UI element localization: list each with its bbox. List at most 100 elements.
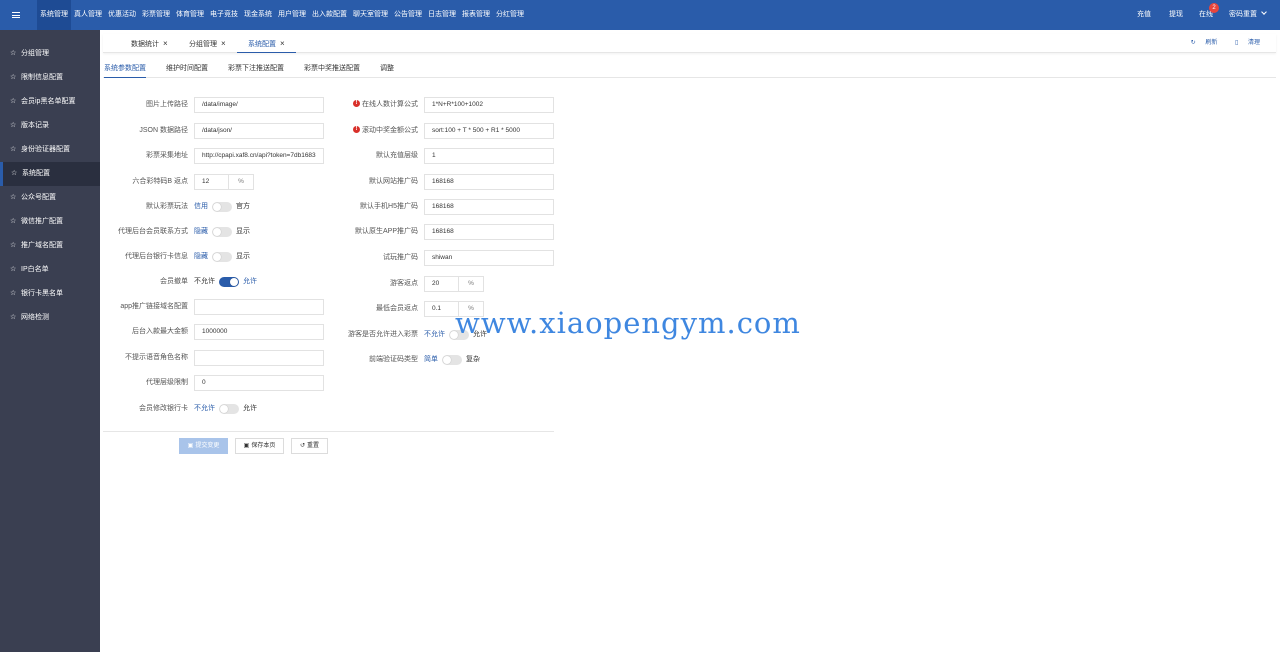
sidebar-item-ip-whitelist[interactable]: ☆ IP白名单 [0,258,100,282]
star-icon: ☆ [10,314,17,321]
subtab-system-params[interactable]: 系统参数配置 [104,62,146,78]
online-formula-input[interactable]: 1*N+R*100+1002 [424,97,554,113]
max-deposit-input[interactable]: 1000000 [194,324,324,340]
close-icon[interactable]: × [221,39,226,48]
reset-icon: ↺ [299,443,305,449]
online-link[interactable]: 在线 2 [1199,0,1219,30]
close-icon[interactable]: × [280,39,285,48]
topnav-sports[interactable]: 体育管理 [173,0,207,30]
app-domain-input[interactable] [194,299,324,315]
topnav-live[interactable]: 真人管理 [71,0,105,30]
max-deposit-label: 后台入款最大金额 [132,328,188,335]
topnav-system[interactable]: 系统管理 [37,0,71,30]
agent-levels-label: 代理层级限制 [146,379,188,386]
topnav-users[interactable]: 用户管理 [275,0,309,30]
topnav-dividend[interactable]: 分红管理 [493,0,527,30]
h5-code-label: 默认手机H5推广码 [360,203,418,210]
topnav-deposit[interactable]: 出入款配置 [309,0,350,30]
save-page-button[interactable]: ▣ 保存本页 [235,438,284,454]
toggle-switch[interactable] [219,277,239,287]
json-path-label: JSON 数据路径 [139,127,188,134]
sidebar-item-official-account[interactable]: ☆ 公众号配置 [0,186,100,210]
sidebar-item-promo-domain[interactable]: ☆ 推广域名配置 [0,234,100,258]
agent-bank-switch[interactable]: 隐藏 显示 [194,250,250,264]
close-icon[interactable]: × [163,39,168,48]
chevron-down-icon [1261,9,1267,15]
member-bank-switch[interactable]: 不允许 允许 [194,402,257,416]
sidebar-item-bank-blacklist[interactable]: ☆ 银行卡黑名单 [0,282,100,306]
toggle-switch[interactable] [442,355,462,365]
toggle-switch[interactable] [219,404,239,414]
star-icon: ☆ [10,50,17,57]
member-bank-label: 会员修改银行卡 [139,405,188,412]
sidebar-item-ip-blacklist[interactable]: ☆ 会员ip黑名单配置 [0,90,100,114]
guest-rebate-input[interactable]: 20 [424,276,459,292]
watermark-text: www.xiaopengym.com [455,306,801,340]
clear-button[interactable]: ▯ 清理 [1227,40,1260,46]
toggle-switch[interactable] [212,227,232,237]
topnav-reports[interactable]: 报表管理 [459,0,493,30]
trial-code-input[interactable]: shiwan [424,250,554,266]
topnav-esports[interactable]: 电子竞技 [207,0,241,30]
h5-code-input[interactable]: 168168 [424,199,554,215]
subtab-win-push[interactable]: 彩票中奖推送配置 [304,62,360,78]
topnav-logs[interactable]: 日志管理 [425,0,459,30]
captcha-type-switch[interactable]: 简单 复杂 [424,353,480,367]
json-path-input[interactable]: /data/json/ [194,123,324,139]
topnav-promo[interactable]: 优惠活动 [105,0,139,30]
required-icon: ! [353,99,360,107]
image-path-input[interactable]: /data/image/ [194,97,324,113]
scroll-formula-label: ! 滚动中奖金额公式 [353,124,418,138]
site-code-input[interactable]: 168168 [424,174,554,190]
sidebar-item-wechat-promo[interactable]: ☆ 微信推广配置 [0,210,100,234]
refresh-button[interactable]: ↻ 刷新 [1183,40,1218,46]
tab-data-stats[interactable]: 数据统计 × [131,34,168,53]
tab-groups[interactable]: 分组管理 × [189,34,226,53]
default-play-switch[interactable]: 信用 官方 [194,200,250,214]
lottery-url-input[interactable]: http://cpapi.xaf8.cn/api?token=7db1683 [194,148,324,164]
tab-system-config[interactable]: 系统配置 × [237,34,296,53]
user-menu[interactable]: 密码重置 [1229,0,1267,30]
captcha-type-label: 前端验证码类型 [369,356,418,363]
lhc-rebate-input[interactable]: 12 [194,174,229,190]
no-voice-roles-input[interactable] [194,350,324,366]
star-icon: ☆ [10,74,17,81]
recharge-level-input[interactable]: 1 [424,148,554,164]
subtab-bet-push[interactable]: 彩票下注推送配置 [228,62,284,78]
sidebar-item-system-config[interactable]: ☆ 系统配置 [0,162,100,186]
topnav-lottery[interactable]: 彩票管理 [139,0,173,30]
agent-levels-input[interactable]: 0 [194,375,324,391]
withdraw-link[interactable]: 提现 [1169,0,1183,30]
scroll-formula-input[interactable]: sort:100 + T * 500 + R1 * 5000 [424,123,554,139]
member-cancel-switch[interactable]: 不允许 允许 [194,275,257,289]
user-menu-label: 密码重置 [1229,11,1257,18]
top-nav: 系统管理 真人管理 优惠活动 彩票管理 体育管理 电子竞技 现金系统 用户管理 … [37,0,527,30]
refresh-icon: ↻ [1190,40,1196,46]
reset-button[interactable]: ↺ 重置 [291,438,328,454]
sidebar-item-versions[interactable]: ☆ 版本记录 [0,114,100,138]
app-code-input[interactable]: 168168 [424,224,554,240]
tab-actions: ↻ 刷新 ▯ 清理 [1175,34,1260,53]
recharge-link[interactable]: 充值 [1137,0,1151,30]
sidebar-item-limits[interactable]: ☆ 限制信息配置 [0,66,100,90]
topnav-cash[interactable]: 现金系统 [241,0,275,30]
min-rebate-label: 最低会员返点 [376,305,418,312]
sidebar-item-network-check[interactable]: ☆ 网络检测 [0,306,100,330]
app-domain-label: app推广链接域名配置 [120,303,188,310]
agent-contact-switch[interactable]: 隐藏 显示 [194,225,250,239]
submit-button[interactable]: ▣ 提交变更 [179,438,228,454]
agent-contact-label: 代理后台会员联系方式 [118,228,188,235]
topnav-notice[interactable]: 公告管理 [391,0,425,30]
form-divider [103,431,554,432]
subtab-maintenance[interactable]: 维护时间配置 [166,62,208,78]
toggle-switch[interactable] [212,202,232,212]
menu-toggle-icon[interactable] [0,0,31,30]
subtab-adjust[interactable]: 调整 [380,62,394,78]
lhc-rebate-label: 六合彩特码B 返点 [132,178,188,185]
no-voice-roles-label: 不提示语音角色名称 [125,354,188,361]
topnav-chat[interactable]: 聊天室管理 [350,0,391,30]
toggle-switch[interactable] [212,252,232,262]
sidebar-item-groups[interactable]: ☆ 分组管理 [0,42,100,66]
sidebar-item-authenticator[interactable]: ☆ 身份验证器配置 [0,138,100,162]
min-rebate-input[interactable]: 0.1 [424,301,459,317]
